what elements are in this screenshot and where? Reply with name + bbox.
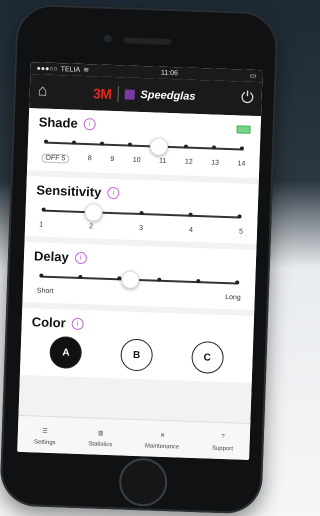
sensitivity-knob[interactable] xyxy=(84,203,103,222)
tab-statistics[interactable]: ▥ Statistics xyxy=(88,425,113,448)
sensitivity-title: Sensitivity xyxy=(36,182,102,200)
sensitivity-info-icon[interactable]: i xyxy=(107,186,120,199)
slider-stop[interactable] xyxy=(239,146,244,151)
bottom-tab-bar: ☰ Settings ▥ Statistics ✕ Maintenance? Support xyxy=(17,414,251,460)
phone-frame: ●●●○○ TELIA ≋ 11:06 ▭ ⌂ 3M Speedglas ⏻ S… xyxy=(0,3,279,515)
slider-stop[interactable] xyxy=(99,141,105,146)
tab-label: Support xyxy=(211,445,234,453)
shade-slider[interactable] xyxy=(38,133,250,156)
tab-support[interactable]: ? Support xyxy=(211,430,234,453)
brand-name: Speedglas xyxy=(140,88,196,103)
shade-tick-4[interactable]: 11 xyxy=(159,158,167,167)
battery-status-icon: ▭ xyxy=(249,72,257,80)
help-icon: ? xyxy=(221,433,225,441)
color-info-icon[interactable]: i xyxy=(71,317,84,330)
color-option-b[interactable]: B xyxy=(120,338,154,372)
home-icon[interactable]: ⌂ xyxy=(37,82,48,100)
shade-title: Shade xyxy=(38,114,78,131)
settings-content: Shade i OFF 5 8 9 10 11 12 13 14 Sensitivity i xyxy=(18,108,262,424)
brand-divider xyxy=(117,86,119,103)
sensitivity-tick-1[interactable]: 2 xyxy=(89,223,93,230)
app-screen: ●●●○○ TELIA ≋ 11:06 ▭ ⌂ 3M Speedglas ⏻ S… xyxy=(17,62,263,460)
wifi-icon: ≋ xyxy=(83,66,90,75)
delay-max-label: Long xyxy=(225,294,241,302)
shade-tick-6[interactable]: 13 xyxy=(211,159,219,168)
sensitivity-tick-4[interactable]: 5 xyxy=(239,228,243,235)
color-option-a[interactable]: A xyxy=(49,335,83,370)
slider-stop[interactable] xyxy=(237,214,242,219)
tab-maintenance[interactable]: ✕ Maintenance xyxy=(145,427,180,450)
delay-knob[interactable] xyxy=(121,270,140,290)
shade-tick-3[interactable]: 10 xyxy=(133,157,141,166)
front-camera xyxy=(103,34,112,43)
shade-card: Shade i OFF 5 8 9 10 11 12 13 14 xyxy=(27,108,262,179)
brand-mark: 3M xyxy=(92,85,112,102)
tab-label: Maintenance xyxy=(144,443,180,451)
delay-card: Delay i Short Long xyxy=(22,241,257,311)
brand-logo: 3M Speedglas xyxy=(93,85,196,105)
shade-knob[interactable] xyxy=(149,137,169,156)
tools-icon: ✕ xyxy=(159,432,166,439)
battery-icon xyxy=(236,124,251,134)
sensitivity-tick-2[interactable]: 3 xyxy=(139,225,143,232)
tab-label: Settings xyxy=(33,439,56,447)
delay-title: Delay xyxy=(33,248,69,265)
signal-icon: ●●●○○ xyxy=(36,64,58,73)
slider-stop[interactable] xyxy=(156,277,161,282)
clock-label: 11:06 xyxy=(160,69,179,77)
sensitivity-card: Sensitivity i 1 2 3 4 5 xyxy=(24,176,259,245)
home-button[interactable] xyxy=(118,457,169,508)
carrier-label: TELIA xyxy=(60,65,81,74)
sensitivity-tick-3[interactable]: 4 xyxy=(189,227,193,234)
color-title: Color xyxy=(31,314,66,331)
tab-settings[interactable]: ☰ Settings xyxy=(34,423,56,446)
shade-tick-7[interactable]: 14 xyxy=(237,160,245,169)
speedglas-logo-icon xyxy=(124,89,135,100)
delay-min-label: Short xyxy=(36,287,54,296)
power-icon[interactable]: ⏻ xyxy=(241,89,254,107)
speaker-grille xyxy=(123,37,172,46)
shade-tick-5[interactable]: 12 xyxy=(185,159,193,168)
shade-info-icon[interactable]: i xyxy=(83,117,96,130)
color-card: Color i A B C xyxy=(19,307,255,384)
sensitivity-slider[interactable] xyxy=(35,201,247,224)
shade-tick-2[interactable]: 9 xyxy=(110,156,114,165)
color-options: A B C xyxy=(30,335,243,374)
slider-stop[interactable] xyxy=(195,279,201,284)
delay-slider[interactable] xyxy=(33,267,245,290)
shade-ticks: OFF 5 8 9 10 11 12 13 14 xyxy=(37,153,249,169)
delay-info-icon[interactable]: i xyxy=(74,251,87,264)
sliders-icon: ☰ xyxy=(42,428,48,435)
color-option-c[interactable]: C xyxy=(190,340,224,374)
sensitivity-tick-0[interactable]: 1 xyxy=(39,221,43,228)
shade-tick-0[interactable]: OFF 5 xyxy=(41,153,70,164)
shade-tick-1[interactable]: 8 xyxy=(88,155,92,164)
slider-stop[interactable] xyxy=(235,280,240,285)
bar-chart-icon: ▥ xyxy=(97,430,104,437)
tab-label: Statistics xyxy=(88,441,113,449)
